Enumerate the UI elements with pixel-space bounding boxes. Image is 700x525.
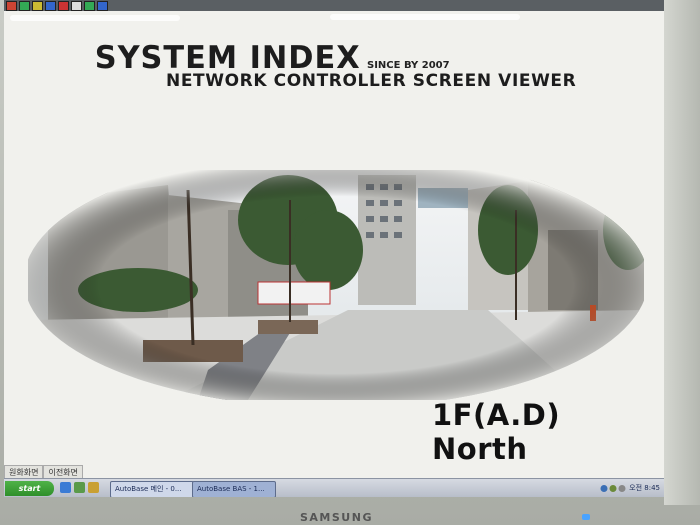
top-tray-icons	[6, 1, 108, 11]
taskbar-task[interactable]: AutoBase 메인 - 0...	[110, 481, 194, 497]
taskbar-task-active[interactable]: AutoBase BAS - 1...	[192, 481, 276, 497]
app-icon[interactable]	[32, 1, 43, 11]
since-label: SINCE BY 2007	[367, 60, 450, 71]
app-icon[interactable]	[45, 1, 56, 11]
app-icon[interactable]	[97, 1, 108, 11]
quicklaunch-icon[interactable]	[60, 482, 71, 493]
location-label: 1F(A.D) North	[432, 398, 561, 466]
app-icon[interactable]	[84, 1, 95, 11]
page-subtitle: NETWORK CONTROLLER SCREEN VIEWER	[166, 71, 577, 91]
quicklaunch-icon[interactable]	[88, 482, 99, 493]
app-icon[interactable]	[71, 1, 82, 11]
clock: 오전 8:45	[629, 484, 660, 492]
quicklaunch-icon[interactable]	[74, 482, 85, 493]
monitor-screen: SYSTEM INDEX SINCE BY 2007 NETWORK CONTR…	[4, 0, 664, 497]
top-tray-bar	[4, 0, 664, 11]
app-icon[interactable]	[58, 1, 69, 11]
monitor-bezel-right	[664, 0, 700, 505]
power-led	[582, 514, 590, 520]
taskbar: start AutoBase 메인 - 0... AutoBase BAS - …	[4, 478, 664, 497]
app-icon[interactable]	[6, 1, 17, 11]
app-icon[interactable]	[19, 1, 30, 11]
monitor-brand-logo: SAMSUNG	[300, 511, 373, 524]
system-tray-icons[interactable]	[600, 484, 626, 493]
screen-glare	[10, 15, 180, 21]
camera-view-image	[28, 170, 644, 400]
screen-glare	[330, 14, 520, 20]
start-button[interactable]: start	[5, 481, 54, 496]
